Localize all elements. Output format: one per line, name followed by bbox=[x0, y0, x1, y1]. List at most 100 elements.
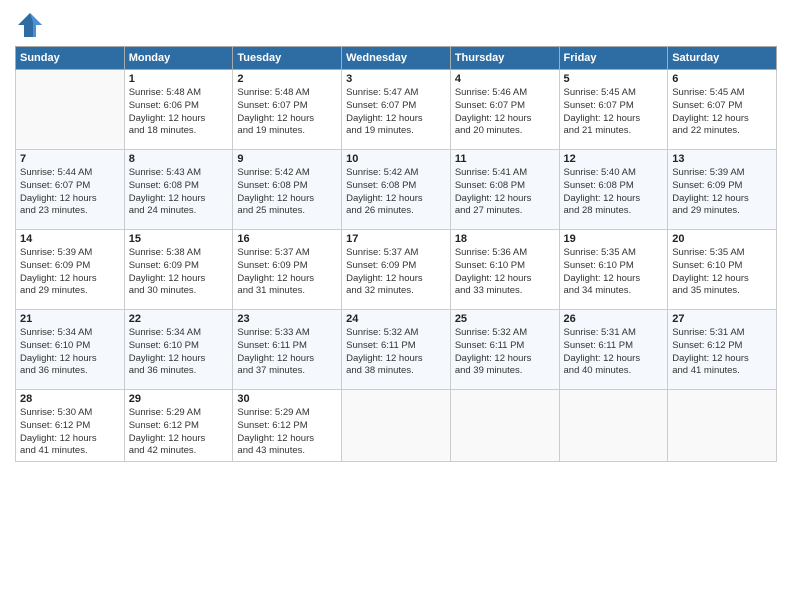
day-number: 3 bbox=[346, 73, 446, 85]
calendar-cell bbox=[342, 390, 451, 462]
calendar-cell: 25 Sunrise: 5:32 AM Sunset: 6:11 PM Dayli… bbox=[450, 310, 559, 390]
day-number: 16 bbox=[237, 233, 337, 245]
day-info: Sunrise: 5:33 AM Sunset: 6:11 PM Dayligh… bbox=[237, 327, 337, 378]
day-info: Sunrise: 5:45 AM Sunset: 6:07 PM Dayligh… bbox=[672, 87, 772, 138]
day-number: 21 bbox=[20, 313, 120, 325]
day-info: Sunrise: 5:42 AM Sunset: 6:08 PM Dayligh… bbox=[237, 167, 337, 218]
calendar-header-sunday: Sunday bbox=[16, 47, 125, 70]
day-info: Sunrise: 5:42 AM Sunset: 6:08 PM Dayligh… bbox=[346, 167, 446, 218]
calendar-cell: 8Sunrise: 5:43 AM Sunset: 6:08 PM Daylig… bbox=[124, 150, 233, 230]
day-number: 25 bbox=[455, 313, 555, 325]
day-number: 23 bbox=[237, 313, 337, 325]
day-info: Sunrise: 5:37 AM Sunset: 6:09 PM Dayligh… bbox=[346, 247, 446, 298]
day-number: 19 bbox=[564, 233, 664, 245]
calendar-cell: 5 Sunrise: 5:45 AM Sunset: 6:07 PM Daylig… bbox=[559, 70, 668, 150]
day-number: 1 bbox=[129, 73, 229, 85]
day-number: 22 bbox=[129, 313, 229, 325]
calendar-cell: 12Sunrise: 5:40 AM Sunset: 6:08 PM Dayli… bbox=[559, 150, 668, 230]
calendar-cell: 22 Sunrise: 5:34 AM Sunset: 6:10 PM Dayli… bbox=[124, 310, 233, 390]
calendar-cell bbox=[668, 390, 777, 462]
day-info: Sunrise: 5:45 AM Sunset: 6:07 PM Dayligh… bbox=[564, 87, 664, 138]
calendar-cell: 7Sunrise: 5:44 AM Sunset: 6:07 PM Daylig… bbox=[16, 150, 125, 230]
day-info: Sunrise: 5:35 AM Sunset: 6:10 PM Dayligh… bbox=[672, 247, 772, 298]
day-number: 28 bbox=[20, 393, 120, 405]
day-number: 13 bbox=[672, 153, 772, 165]
day-info: Sunrise: 5:32 AM Sunset: 6:11 PM Dayligh… bbox=[455, 327, 555, 378]
day-number: 10 bbox=[346, 153, 446, 165]
calendar-cell: 17 Sunrise: 5:37 AM Sunset: 6:09 PM Dayli… bbox=[342, 230, 451, 310]
day-number: 14 bbox=[20, 233, 120, 245]
day-number: 24 bbox=[346, 313, 446, 325]
day-info: Sunrise: 5:34 AM Sunset: 6:10 PM Dayligh… bbox=[20, 327, 120, 378]
day-number: 20 bbox=[672, 233, 772, 245]
calendar-cell: 6 Sunrise: 5:45 AM Sunset: 6:07 PM Daylig… bbox=[668, 70, 777, 150]
calendar-cell: 26Sunrise: 5:31 AM Sunset: 6:11 PM Dayli… bbox=[559, 310, 668, 390]
day-info: Sunrise: 5:31 AM Sunset: 6:12 PM Dayligh… bbox=[672, 327, 772, 378]
calendar-week-5: 28 Sunrise: 5:30 AM Sunset: 6:12 PM Dayli… bbox=[16, 390, 777, 462]
day-number: 2 bbox=[237, 73, 337, 85]
day-info: Sunrise: 5:39 AM Sunset: 6:09 PM Dayligh… bbox=[20, 247, 120, 298]
calendar-cell: 13 Sunrise: 5:39 AM Sunset: 6:09 PM Dayli… bbox=[668, 150, 777, 230]
day-number: 18 bbox=[455, 233, 555, 245]
day-info: Sunrise: 5:39 AM Sunset: 6:09 PM Dayligh… bbox=[672, 167, 772, 218]
calendar-week-3: 14 Sunrise: 5:39 AM Sunset: 6:09 PM Dayli… bbox=[16, 230, 777, 310]
day-number: 7 bbox=[20, 153, 120, 165]
header bbox=[15, 10, 777, 40]
calendar-week-4: 21 Sunrise: 5:34 AM Sunset: 6:10 PM Dayli… bbox=[16, 310, 777, 390]
day-info: Sunrise: 5:36 AM Sunset: 6:10 PM Dayligh… bbox=[455, 247, 555, 298]
day-info: Sunrise: 5:30 AM Sunset: 6:12 PM Dayligh… bbox=[20, 407, 120, 458]
calendar-week-2: 7Sunrise: 5:44 AM Sunset: 6:07 PM Daylig… bbox=[16, 150, 777, 230]
calendar-cell: 20 Sunrise: 5:35 AM Sunset: 6:10 PM Dayli… bbox=[668, 230, 777, 310]
day-number: 30 bbox=[237, 393, 337, 405]
calendar-week-1: 1 Sunrise: 5:48 AM Sunset: 6:06 PM Daylig… bbox=[16, 70, 777, 150]
calendar-cell: 29 Sunrise: 5:29 AM Sunset: 6:12 PM Dayli… bbox=[124, 390, 233, 462]
calendar-cell bbox=[450, 390, 559, 462]
calendar-cell: 18 Sunrise: 5:36 AM Sunset: 6:10 PM Dayli… bbox=[450, 230, 559, 310]
day-info: Sunrise: 5:46 AM Sunset: 6:07 PM Dayligh… bbox=[455, 87, 555, 138]
calendar-cell: 10 Sunrise: 5:42 AM Sunset: 6:08 PM Dayli… bbox=[342, 150, 451, 230]
day-number: 11 bbox=[455, 153, 555, 165]
calendar-table: SundayMondayTuesdayWednesdayThursdayFrid… bbox=[15, 46, 777, 462]
calendar-cell: 3 Sunrise: 5:47 AM Sunset: 6:07 PM Daylig… bbox=[342, 70, 451, 150]
day-number: 4 bbox=[455, 73, 555, 85]
calendar-cell bbox=[559, 390, 668, 462]
calendar-cell: 1 Sunrise: 5:48 AM Sunset: 6:06 PM Daylig… bbox=[124, 70, 233, 150]
calendar-header-wednesday: Wednesday bbox=[342, 47, 451, 70]
day-number: 27 bbox=[672, 313, 772, 325]
calendar-cell: 23 Sunrise: 5:33 AM Sunset: 6:11 PM Dayli… bbox=[233, 310, 342, 390]
calendar-cell: 28 Sunrise: 5:30 AM Sunset: 6:12 PM Dayli… bbox=[16, 390, 125, 462]
logo-icon bbox=[15, 10, 45, 40]
day-info: Sunrise: 5:47 AM Sunset: 6:07 PM Dayligh… bbox=[346, 87, 446, 138]
day-number: 6 bbox=[672, 73, 772, 85]
day-info: Sunrise: 5:29 AM Sunset: 6:12 PM Dayligh… bbox=[129, 407, 229, 458]
calendar-cell: 21 Sunrise: 5:34 AM Sunset: 6:10 PM Dayli… bbox=[16, 310, 125, 390]
calendar-header-saturday: Saturday bbox=[668, 47, 777, 70]
day-number: 17 bbox=[346, 233, 446, 245]
calendar-header-monday: Monday bbox=[124, 47, 233, 70]
day-number: 5 bbox=[564, 73, 664, 85]
calendar-cell: 2 Sunrise: 5:48 AM Sunset: 6:07 PM Daylig… bbox=[233, 70, 342, 150]
calendar-cell: 15Sunrise: 5:38 AM Sunset: 6:09 PM Dayli… bbox=[124, 230, 233, 310]
calendar-cell: 4 Sunrise: 5:46 AM Sunset: 6:07 PM Daylig… bbox=[450, 70, 559, 150]
day-number: 29 bbox=[129, 393, 229, 405]
page: SundayMondayTuesdayWednesdayThursdayFrid… bbox=[0, 0, 792, 612]
calendar-cell: 16 Sunrise: 5:37 AM Sunset: 6:09 PM Dayli… bbox=[233, 230, 342, 310]
calendar-cell: 11Sunrise: 5:41 AM Sunset: 6:08 PM Dayli… bbox=[450, 150, 559, 230]
day-info: Sunrise: 5:32 AM Sunset: 6:11 PM Dayligh… bbox=[346, 327, 446, 378]
calendar-cell: 14 Sunrise: 5:39 AM Sunset: 6:09 PM Dayli… bbox=[16, 230, 125, 310]
calendar-header-row: SundayMondayTuesdayWednesdayThursdayFrid… bbox=[16, 47, 777, 70]
day-info: Sunrise: 5:48 AM Sunset: 6:07 PM Dayligh… bbox=[237, 87, 337, 138]
calendar-cell: 24 Sunrise: 5:32 AM Sunset: 6:11 PM Dayli… bbox=[342, 310, 451, 390]
day-info: Sunrise: 5:34 AM Sunset: 6:10 PM Dayligh… bbox=[129, 327, 229, 378]
day-info: Sunrise: 5:43 AM Sunset: 6:08 PM Dayligh… bbox=[129, 167, 229, 218]
calendar-header-friday: Friday bbox=[559, 47, 668, 70]
day-info: Sunrise: 5:48 AM Sunset: 6:06 PM Dayligh… bbox=[129, 87, 229, 138]
day-info: Sunrise: 5:38 AM Sunset: 6:09 PM Dayligh… bbox=[129, 247, 229, 298]
calendar-cell: 30 Sunrise: 5:29 AM Sunset: 6:12 PM Dayli… bbox=[233, 390, 342, 462]
calendar-cell: 19 Sunrise: 5:35 AM Sunset: 6:10 PM Dayli… bbox=[559, 230, 668, 310]
logo bbox=[15, 10, 49, 40]
day-number: 26 bbox=[564, 313, 664, 325]
day-info: Sunrise: 5:29 AM Sunset: 6:12 PM Dayligh… bbox=[237, 407, 337, 458]
day-info: Sunrise: 5:35 AM Sunset: 6:10 PM Dayligh… bbox=[564, 247, 664, 298]
day-info: Sunrise: 5:37 AM Sunset: 6:09 PM Dayligh… bbox=[237, 247, 337, 298]
